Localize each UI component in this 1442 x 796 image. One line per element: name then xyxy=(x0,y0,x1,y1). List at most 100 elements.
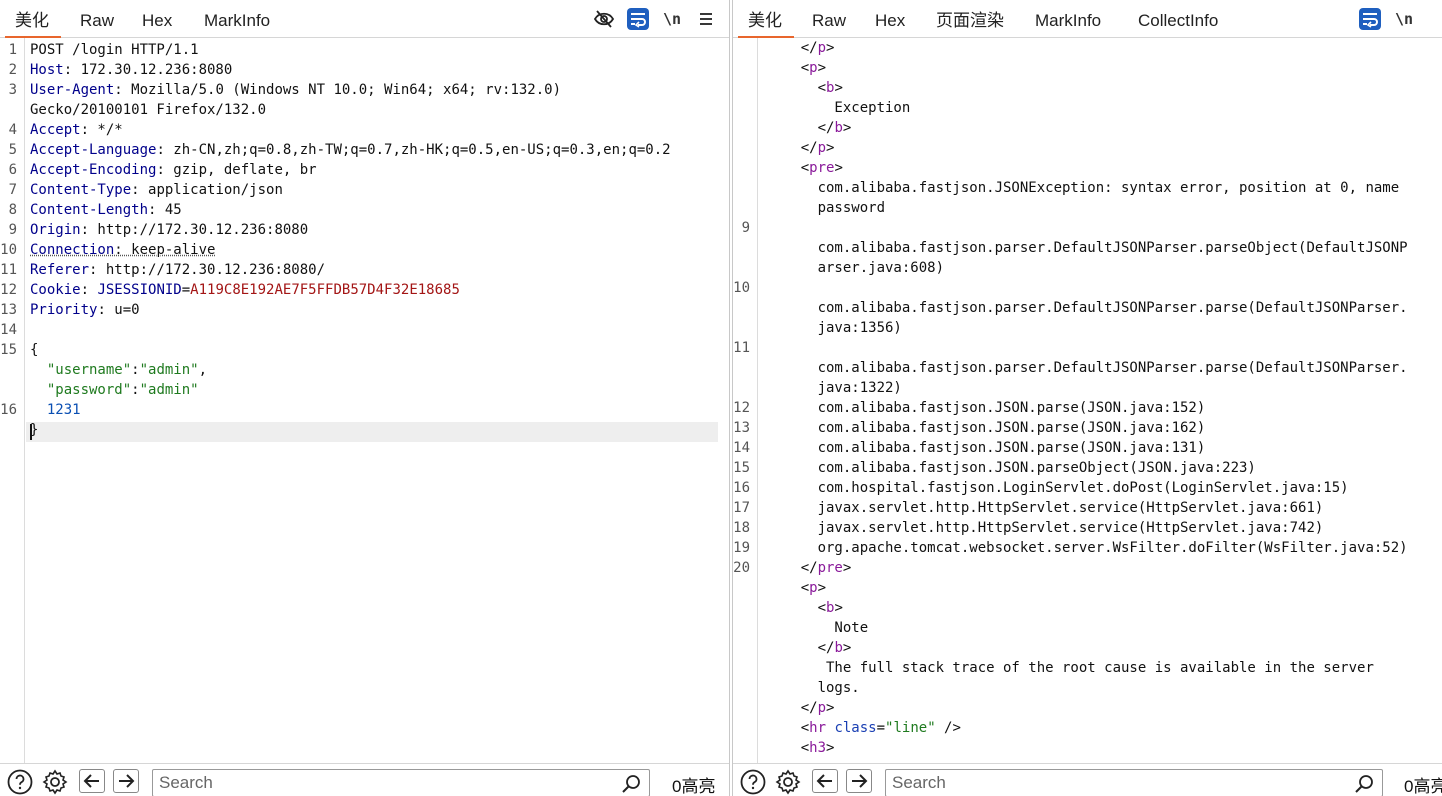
code-token: > xyxy=(834,600,843,616)
code-token: > xyxy=(842,560,852,576)
response-editor[interactable]: </p> <p> <b> Exception </b> </p> <pre> c… xyxy=(733,38,1442,764)
response-search-box xyxy=(885,769,1383,796)
search-input[interactable] xyxy=(159,771,556,795)
response-code-line: com.alibaba.fastjson.JSON.parse(JSON.jav… xyxy=(767,398,1206,418)
code-token: "line" xyxy=(885,720,936,736)
tab-raw[interactable]: Raw xyxy=(80,0,114,37)
response-code-line: Note xyxy=(767,618,868,638)
code-token: Content-Length xyxy=(30,202,149,218)
arrow-left-icon xyxy=(83,774,99,788)
response-line-number: 16 xyxy=(733,480,750,496)
request-editor[interactable]: 1 POST /login HTTP/1.1 2 Host: 172.30.12.23… xyxy=(0,38,729,764)
tab-hex[interactable]: Hex xyxy=(875,0,905,37)
code-token: </ xyxy=(767,640,835,656)
help-icon[interactable] xyxy=(740,769,766,795)
code-token: p xyxy=(809,580,818,596)
code-token: password xyxy=(767,200,886,216)
request-code-line: { xyxy=(30,340,38,360)
code-token: hr xyxy=(809,720,827,736)
request-line-number: 9 xyxy=(8,222,17,238)
code-token: > xyxy=(817,580,827,596)
menu-icon[interactable] xyxy=(695,8,717,30)
request-code-line: POST /login HTTP/1.1 xyxy=(30,40,199,60)
eye-off-icon[interactable] xyxy=(593,8,615,30)
wrap-icon[interactable] xyxy=(627,8,649,30)
tab-raw[interactable]: Raw xyxy=(812,0,846,37)
prev-match-button[interactable] xyxy=(79,769,105,793)
newline-toggle-button[interactable]: \n xyxy=(661,8,683,30)
code-token: </ xyxy=(767,120,835,136)
newline-toggle-button[interactable]: \n xyxy=(1393,8,1415,30)
code-token: </ xyxy=(767,140,818,156)
tab-collectinfo[interactable]: CollectInfo xyxy=(1138,0,1218,37)
code-token: < xyxy=(767,60,810,76)
code-token: java:1322) xyxy=(767,380,902,396)
code-token: < xyxy=(767,580,810,596)
code-token: < xyxy=(767,600,827,616)
code-token: arser.java:608) xyxy=(767,260,945,276)
response-code-line: <p> xyxy=(767,58,826,78)
request-line-number: 13 xyxy=(0,302,17,318)
next-match-button[interactable] xyxy=(113,769,139,793)
tab-page-render[interactable]: 页面渲染 xyxy=(936,0,1004,37)
gear-icon[interactable] xyxy=(42,769,68,795)
request-code-line: Accept: */* xyxy=(30,120,123,140)
response-code-line: <hr class="line" /> xyxy=(767,718,961,738)
search-icon[interactable] xyxy=(1354,774,1374,796)
response-pane: 美化 Raw Hex 页面渲染 MarkInfo CollectInfo \n … xyxy=(733,0,1442,796)
search-icon[interactable] xyxy=(621,774,641,796)
code-token: b xyxy=(834,120,843,136)
code-token: : 45 xyxy=(148,202,182,218)
code-token: pre xyxy=(809,160,835,176)
tab-markinfo[interactable]: MarkInfo xyxy=(1035,0,1101,37)
code-token: Connection xyxy=(30,242,115,258)
code-token: com.hospital.fastjson.LoginServlet.doPos… xyxy=(767,480,1349,496)
response-code-line: com.alibaba.fastjson.JSONException: synt… xyxy=(767,178,1400,198)
prev-match-button[interactable] xyxy=(812,769,838,793)
code-token: Content-Type xyxy=(30,182,132,198)
wrap-icon[interactable] xyxy=(1359,8,1381,30)
code-token: com.alibaba.fastjson.JSON.parse(JSON.jav… xyxy=(767,400,1206,416)
tab-beautify[interactable]: 美化 xyxy=(738,0,794,38)
highlight-count: 0高亮 xyxy=(672,777,716,796)
help-icon[interactable] xyxy=(7,769,33,795)
code-token: : keep-alive xyxy=(114,242,216,258)
tab-hex[interactable]: Hex xyxy=(142,0,172,37)
search-input[interactable] xyxy=(892,771,1289,795)
code-token: java:1356) xyxy=(767,320,902,336)
code-token: javax.servlet.http.HttpServlet.service(H… xyxy=(767,500,1324,516)
request-line-number: 4 xyxy=(8,122,17,138)
response-line-number: 10 xyxy=(733,280,750,296)
response-code-line: com.hospital.fastjson.LoginServlet.doPos… xyxy=(767,478,1349,498)
code-token: </ xyxy=(767,560,818,576)
code-token: { xyxy=(30,342,39,358)
request-line-number: 7 xyxy=(8,182,17,198)
response-code-line: </p> xyxy=(767,698,835,718)
code-token: p xyxy=(817,700,827,716)
code-token: Host xyxy=(30,62,64,78)
request-line-number: 5 xyxy=(8,142,17,158)
code-token: "admin" xyxy=(139,362,199,378)
request-code-line: Cookie: JSESSIONID=A119C8E192AE7F5FFDB57… xyxy=(30,280,460,300)
tab-markinfo[interactable]: MarkInfo xyxy=(204,0,270,37)
code-token: com.alibaba.fastjson.JSONException: synt… xyxy=(767,180,1400,196)
response-code-line: com.alibaba.fastjson.parser.DefaultJSONP… xyxy=(767,238,1408,258)
code-token: Gecko/20100101 Firefox/132.0 xyxy=(30,102,267,118)
request-tabbar: 美化 Raw Hex MarkInfo \n xyxy=(0,0,729,38)
response-line-number: 18 xyxy=(733,520,750,536)
tab-beautify[interactable]: 美化 xyxy=(5,0,61,38)
response-code-line: <b> xyxy=(767,598,843,618)
code-token: The full stack trace of the root cause i… xyxy=(767,660,1374,676)
code-token: b xyxy=(834,640,843,656)
next-match-button[interactable] xyxy=(846,769,872,793)
code-token: com.alibaba.fastjson.parser.DefaultJSONP… xyxy=(767,240,1408,256)
code-token: } xyxy=(30,422,39,438)
code-token: > xyxy=(817,60,827,76)
code-token: > xyxy=(826,40,835,56)
response-line-number: 19 xyxy=(733,540,750,556)
code-token: Origin xyxy=(30,222,81,238)
code-token: : application/json xyxy=(131,182,283,198)
request-line-number: 16 xyxy=(0,402,17,418)
code-token: pre xyxy=(817,560,843,576)
gear-icon[interactable] xyxy=(775,769,801,795)
